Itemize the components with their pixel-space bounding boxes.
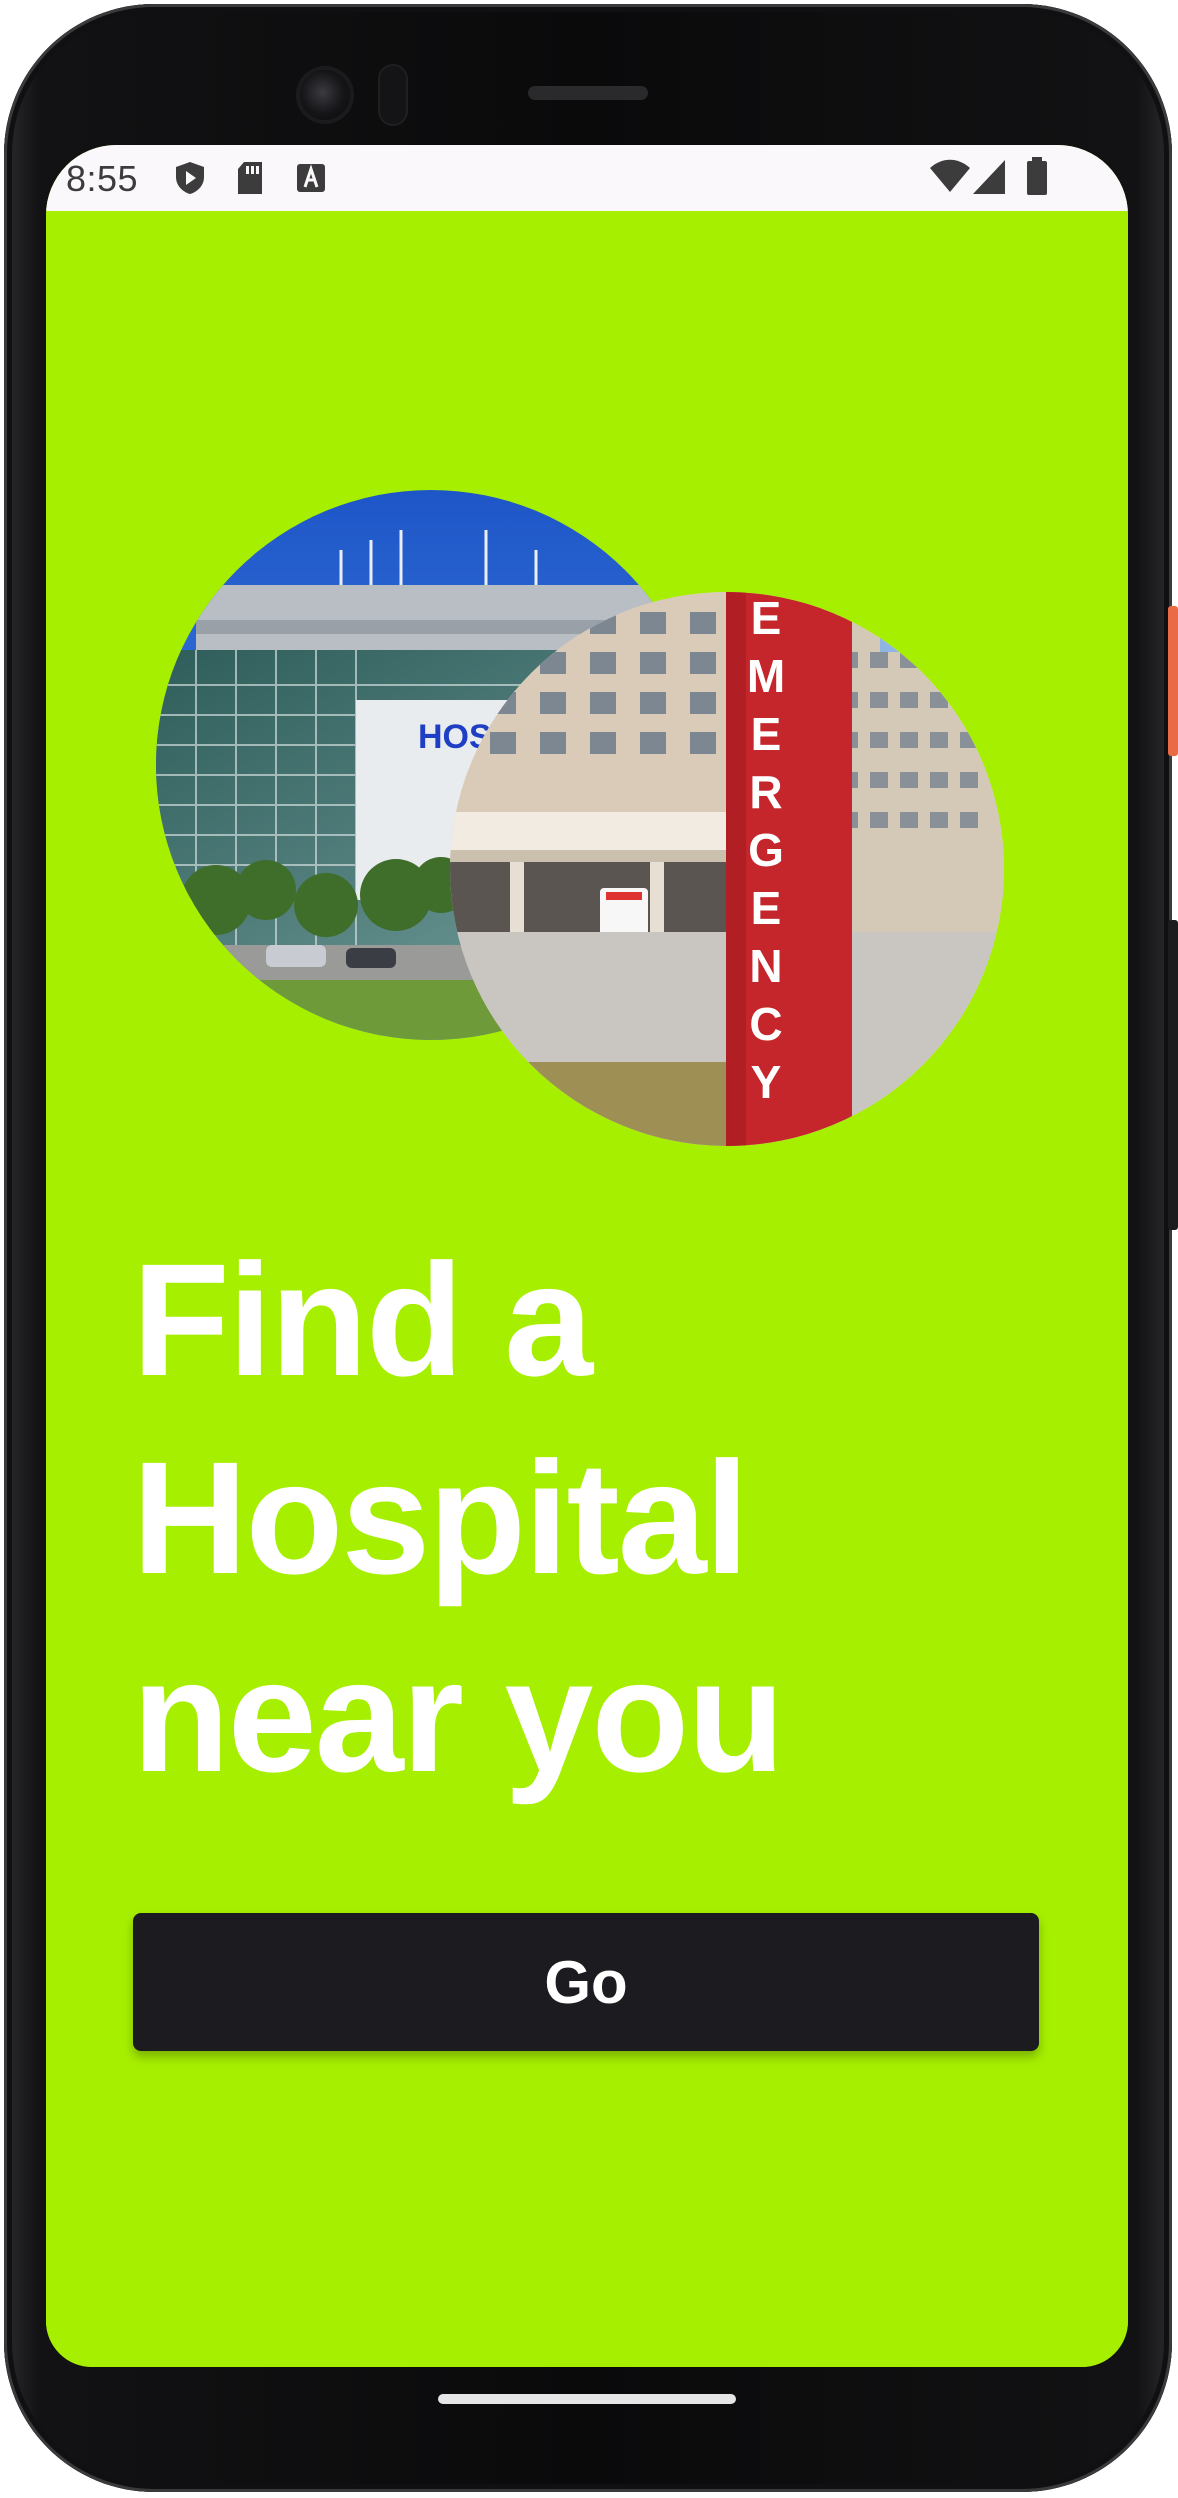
- svg-text:R: R: [749, 766, 782, 818]
- status-bar: 8:55: [46, 145, 1128, 211]
- a-icon: [296, 161, 326, 200]
- svg-text:M: M: [747, 650, 785, 702]
- main-content: HOSP E M E R G E N C Y Find a Hospital n…: [46, 211, 1128, 2367]
- proximity-sensor: [380, 66, 406, 124]
- sd-card-icon: [236, 161, 264, 200]
- volume-button: [1168, 920, 1178, 1230]
- headline-line-3: near you: [132, 1626, 785, 1805]
- svg-text:C: C: [749, 998, 782, 1050]
- svg-text:E: E: [751, 882, 782, 934]
- play-protect-icon: [174, 161, 206, 200]
- svg-text:E: E: [751, 708, 782, 760]
- device: 8:55 HOSP E M E R G E N C Y Find a Hospi…: [0, 0, 1178, 2498]
- svg-text:Y: Y: [751, 1056, 782, 1108]
- battery-icon: [1026, 157, 1048, 200]
- cell-signal-icon: [972, 159, 1006, 200]
- svg-text:N: N: [749, 940, 782, 992]
- go-button[interactable]: Go: [133, 1913, 1039, 2051]
- headline-line-2: Hospital: [132, 1428, 749, 1607]
- earpiece-speaker: [528, 86, 648, 100]
- wifi-icon: [930, 159, 970, 198]
- headline: Find a Hospital near you: [132, 1221, 785, 1815]
- app-screen: 8:55 HOSP E M E R G E N C Y Find a Hospi…: [46, 145, 1128, 2367]
- power-button: [1168, 606, 1178, 756]
- emergency-entrance-photo: E M E R G E N C Y: [450, 592, 1004, 1146]
- front-camera: [300, 70, 350, 120]
- status-time: 8:55: [66, 158, 139, 199]
- svg-text:G: G: [748, 824, 784, 876]
- home-indicator[interactable]: [438, 2394, 736, 2404]
- headline-line-1: Find a: [132, 1230, 593, 1409]
- emergency-sign-text: E M E R G E N C Y: [747, 592, 785, 1108]
- svg-text:E: E: [751, 592, 782, 644]
